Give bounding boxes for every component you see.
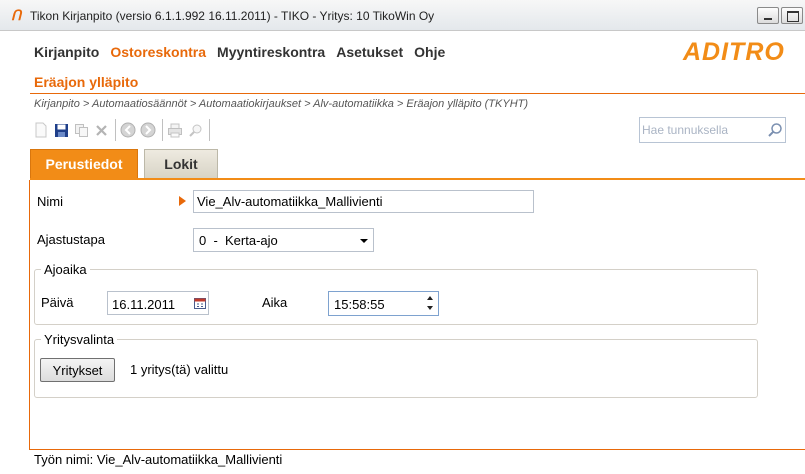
menu-item-ostoreskontra[interactable]: Ostoreskontra xyxy=(110,44,206,60)
schedule-select[interactable]: 0 - Kerta-ajo xyxy=(193,228,374,252)
content-border xyxy=(29,180,30,450)
title-bar: Ո Tikon Kirjanpito (versio 6.1.1.992 16.… xyxy=(0,0,805,31)
search-input[interactable] xyxy=(642,122,762,138)
spin-up-icon[interactable] xyxy=(427,296,433,300)
toolbar-separator xyxy=(209,119,210,141)
forward-icon[interactable] xyxy=(139,121,157,139)
minimize-button[interactable] xyxy=(757,7,779,24)
main-menu: Kirjanpito Ostoreskontra Myyntireskontra… xyxy=(34,44,445,60)
tab-lokit[interactable]: Lokit xyxy=(144,149,218,178)
title-divider xyxy=(30,93,805,94)
time-value: 15:58:55 xyxy=(334,297,385,312)
menu-item-kirjanpito[interactable]: Kirjanpito xyxy=(34,44,99,60)
spin-down-icon[interactable] xyxy=(427,306,433,310)
toolbar-separator xyxy=(162,119,163,141)
time-label: Aika xyxy=(262,295,288,310)
menu-item-asetukset[interactable]: Asetukset xyxy=(336,44,403,60)
date-value: 16.11.2011 xyxy=(112,297,176,312)
toolbar xyxy=(32,118,213,142)
companies-selected-text: 1 yritys(tä) valittu xyxy=(130,362,229,377)
search-icon[interactable] xyxy=(767,122,783,138)
toolbar-separator xyxy=(115,119,116,141)
date-field[interactable]: 16.11.2011 xyxy=(107,291,209,315)
chevron-down-icon xyxy=(360,239,368,243)
print-preview-icon[interactable] xyxy=(186,121,204,139)
menu-item-myyntireskontra[interactable]: Myyntireskontra xyxy=(217,44,325,60)
day-label: Päivä xyxy=(41,295,74,310)
runtime-group-title: Ajoaika xyxy=(41,262,90,277)
new-icon[interactable] xyxy=(32,121,50,139)
companies-button[interactable]: Yritykset xyxy=(40,358,115,382)
name-input[interactable] xyxy=(193,190,534,213)
copy-icon[interactable] xyxy=(72,121,90,139)
calendar-icon[interactable] xyxy=(194,297,206,309)
time-field[interactable]: 15:58:55 xyxy=(328,291,439,316)
schedule-label: Ajastustapa xyxy=(37,232,105,247)
brand-logo: ADITRO xyxy=(683,38,785,66)
save-icon[interactable] xyxy=(52,121,70,139)
page-title: Eräajon ylläpito xyxy=(34,74,139,90)
tab-underline xyxy=(30,178,805,180)
menu-item-ohje[interactable]: Ohje xyxy=(414,44,445,60)
time-spinner[interactable] xyxy=(424,293,436,314)
schedule-select-value: 0 - Kerta-ajo xyxy=(199,233,278,248)
search-box xyxy=(639,117,786,143)
status-bar-text: Työn nimi: Vie_Alv-automatiikka_Mallivie… xyxy=(34,452,283,467)
breadcrumb: Kirjanpito > Automaatiosäännöt > Automaa… xyxy=(34,98,529,110)
print-icon[interactable] xyxy=(166,121,184,139)
maximize-button[interactable] xyxy=(781,7,803,24)
window-title: Tikon Kirjanpito (versio 6.1.1.992 16.11… xyxy=(30,9,435,23)
company-group-title: Yritysvalinta xyxy=(41,332,118,347)
tab-perustiedot[interactable]: Perustiedot xyxy=(30,149,138,178)
back-icon[interactable] xyxy=(119,121,137,139)
delete-icon[interactable] xyxy=(92,121,110,139)
status-divider xyxy=(29,449,805,450)
required-marker-icon xyxy=(179,196,186,206)
name-label: Nimi xyxy=(37,194,63,209)
app-icon: Ո xyxy=(11,7,22,23)
